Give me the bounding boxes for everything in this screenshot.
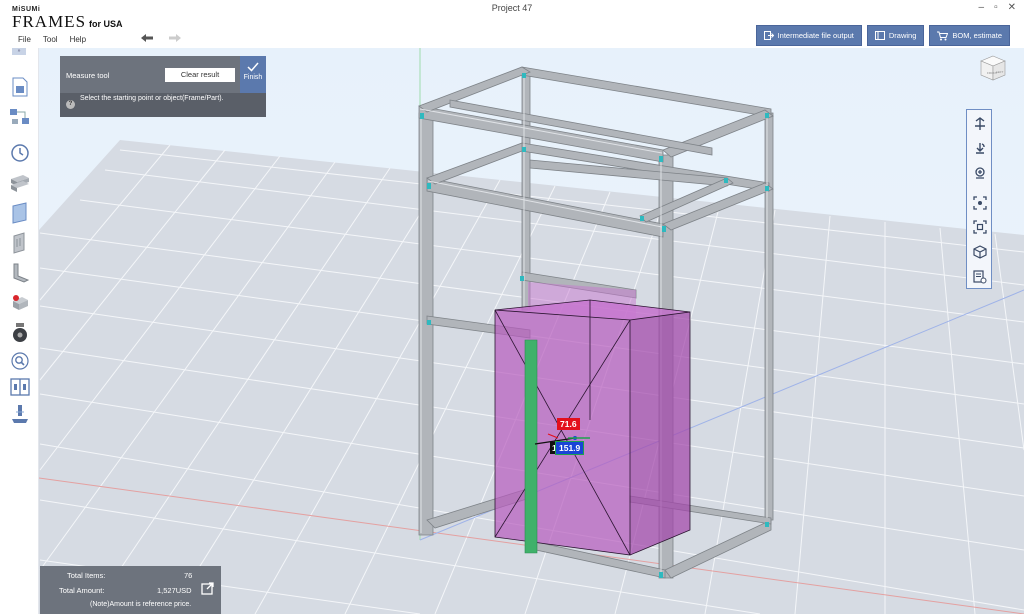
top-action-bar: Intermediate file output Drawing BOM, es… — [755, 25, 1010, 46]
measure-tool-panel: Measure tool Clear result Finish ? Selec… — [60, 56, 266, 117]
settings-list-icon[interactable] — [971, 268, 988, 285]
finish-button[interactable]: Finish — [240, 56, 266, 93]
view-cube[interactable]: FRONT LEFT — [980, 55, 1006, 81]
fit-all-icon[interactable] — [971, 218, 988, 235]
menu-file[interactable]: File — [18, 35, 31, 44]
maximize-icon[interactable]: ▫ — [994, 2, 998, 13]
highlighted-extrusion — [524, 339, 538, 554]
fit-vertical-icon[interactable] — [971, 115, 988, 132]
cube-side-label: LEFT — [996, 70, 1004, 74]
3d-scene[interactable] — [39, 48, 1024, 614]
undo-redo-group — [138, 30, 184, 46]
open-external-icon[interactable] — [201, 582, 214, 598]
collapse-toggle[interactable]: » — [12, 48, 26, 55]
total-amount-value: 1,527USD — [157, 586, 192, 595]
drawing-icon — [874, 31, 885, 40]
measure-help-text: Select the starting point or object(Fram… — [80, 95, 224, 102]
totals-panel: Total Items: 76 Total Amount: 1,527USD (… — [40, 566, 221, 614]
total-items-value: 76 — [184, 571, 193, 580]
window-title: Project 47 — [491, 3, 533, 13]
help-icon: ? — [66, 100, 75, 109]
plate-icon[interactable] — [9, 232, 31, 254]
intermediate-label: Intermediate file output — [777, 31, 854, 40]
total-items-label: Total Items: — [67, 571, 106, 580]
cart-icon — [937, 31, 949, 40]
export-icon — [763, 31, 774, 40]
product-name: FRAMES — [12, 12, 87, 31]
view-3d-icon[interactable] — [971, 243, 988, 260]
drawing-label: Drawing — [888, 31, 917, 40]
history-icon[interactable] — [9, 142, 31, 164]
check-icon — [247, 62, 259, 72]
measure-value-red: 71.6 — [557, 418, 580, 430]
bom-estimate-button[interactable]: BOM, estimate — [929, 25, 1010, 46]
redo-icon[interactable] — [166, 30, 184, 46]
drawing-button[interactable]: Drawing — [866, 25, 925, 46]
zoom-icon[interactable] — [971, 164, 988, 181]
leveler-icon[interactable] — [9, 404, 31, 426]
product-edition: for USA — [89, 19, 123, 29]
menu-help[interactable]: Help — [70, 35, 86, 44]
left-toolbar: » — [0, 48, 39, 614]
measure-tool-title: Measure tool — [66, 71, 110, 80]
undo-icon[interactable] — [138, 30, 156, 46]
bom-label: BOM, estimate — [952, 31, 1002, 40]
rotate-icon[interactable] — [971, 140, 988, 157]
window-controls: – ▫ ✕ — [979, 2, 1017, 13]
amount-note: (Note)Amount is reference price. — [90, 601, 192, 608]
measure-value-blue: 151.9 — [555, 441, 585, 455]
caster-icon[interactable] — [9, 322, 31, 344]
menu-bar: File Tool Help — [18, 35, 86, 44]
panel-icon[interactable] — [9, 202, 31, 224]
fit-selection-icon[interactable] — [971, 194, 988, 211]
measured-box — [494, 282, 691, 556]
close-icon[interactable]: ✕ — [1008, 2, 1016, 13]
layout-icon[interactable] — [9, 376, 31, 398]
bracket-icon[interactable] — [9, 262, 31, 284]
view-toolbar — [966, 109, 992, 289]
frame-icon[interactable] — [9, 172, 31, 194]
menu-tool[interactable]: Tool — [43, 35, 58, 44]
app-header: MiSUMi FRAMES for USA Project 47 – ▫ ✕ Fi… — [0, 0, 1024, 48]
project-icon[interactable] — [9, 76, 31, 98]
minimize-icon[interactable]: – — [979, 2, 985, 13]
search-icon[interactable] — [9, 350, 31, 372]
connection-icon[interactable] — [9, 106, 31, 128]
fastener-icon[interactable] — [9, 292, 31, 314]
3d-viewport[interactable] — [39, 48, 1024, 614]
intermediate-file-output-button[interactable]: Intermediate file output — [755, 25, 862, 46]
clear-result-button[interactable]: Clear result — [165, 68, 235, 82]
measure-help-bar: ? Select the starting point or object(Fr… — [60, 93, 266, 117]
total-amount-label: Total Amount: — [59, 586, 105, 595]
finish-label: Finish — [243, 74, 263, 81]
